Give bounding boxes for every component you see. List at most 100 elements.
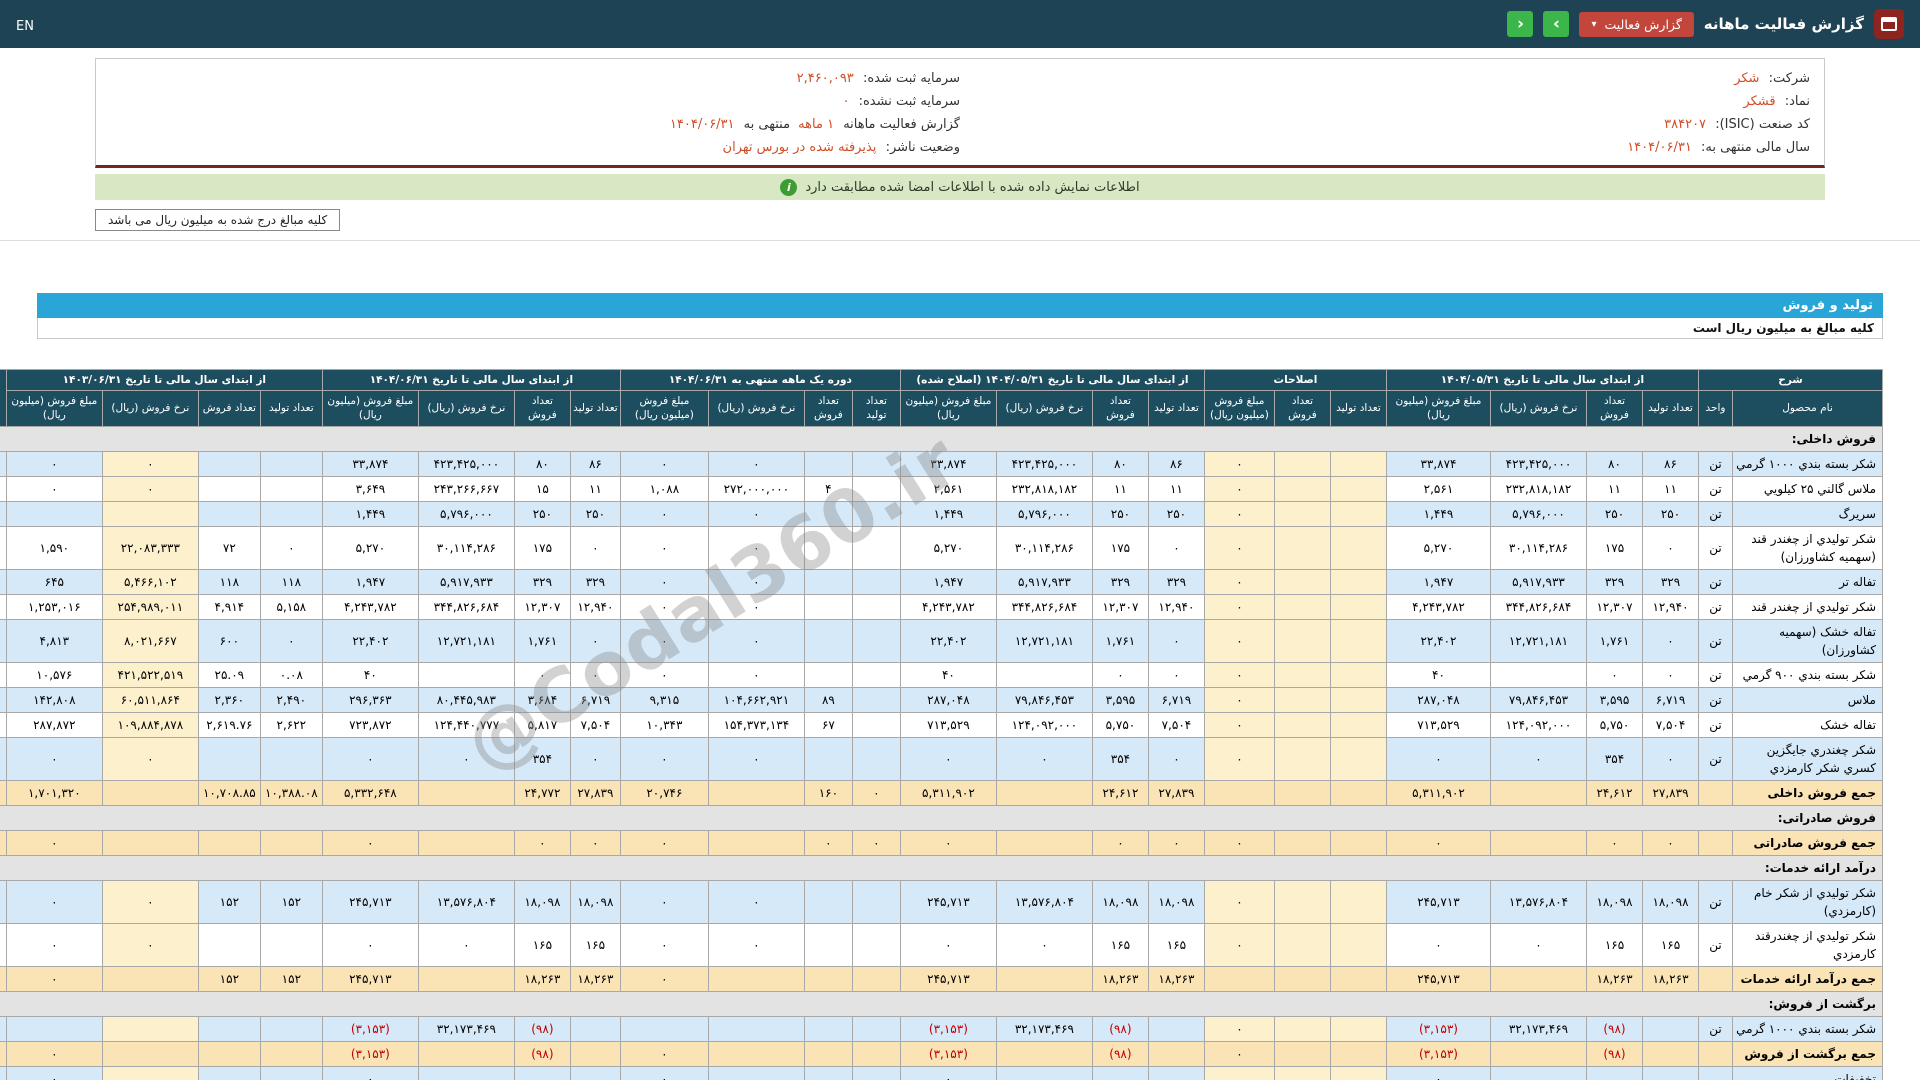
value-cell: ۰ <box>620 594 708 619</box>
value-cell: ۵,۳۳۲,۶۴۸ <box>322 780 418 805</box>
value-cell <box>1274 880 1330 923</box>
value-cell: ۰ <box>1386 1066 1490 1080</box>
value-cell: (۹۸) <box>1092 1041 1148 1066</box>
value-cell <box>708 1066 804 1080</box>
value-cell: ۰ <box>6 966 102 991</box>
value-cell: ۵,۹۱۷,۹۳۳ <box>418 569 514 594</box>
value-cell <box>198 1066 260 1080</box>
value-cell: ۰ <box>418 923 514 966</box>
section-label-cell: برگشت از فروش: <box>0 991 1883 1016</box>
value-cell: ۳,۵۹۵ <box>1092 687 1148 712</box>
value-cell: ۱۶۵ <box>1587 923 1643 966</box>
value-cell: ۰ <box>6 451 102 476</box>
product-status-cell <box>0 966 6 991</box>
value-cell <box>198 737 260 780</box>
value-cell <box>102 780 198 805</box>
value-cell <box>570 1041 620 1066</box>
col-header-sold-g2: تعداد فروش <box>1274 391 1330 426</box>
section-row: برگشت از فروش: <box>0 991 1883 1016</box>
value-cell: ۱۱ <box>1643 476 1699 501</box>
value-cell <box>708 830 804 855</box>
value-cell: ۰ <box>1204 619 1274 662</box>
table-row: شکر چغندري جايگزين کسري شکر کارمزديتن۰۳۵… <box>0 737 1883 780</box>
value-cell: ۱۸,۲۶۳ <box>570 966 620 991</box>
value-cell: ۰ <box>514 830 570 855</box>
report-type-dropdown-label: گزارش فعالیت <box>1605 17 1682 32</box>
col-header-unit: واحد <box>1699 391 1733 426</box>
value-cell: ۰ <box>708 737 804 780</box>
value-cell: ۰ <box>852 780 900 805</box>
table-row: شکر توليدي از شکر خام (کارمزدي)تن۱۸,۰۹۸۱… <box>0 880 1883 923</box>
value-cell: ۱۱۸ <box>260 569 322 594</box>
value-cell: ۰ <box>1148 830 1204 855</box>
value-cell: ۳۲۹ <box>1643 569 1699 594</box>
value-cell: ۰ <box>1204 594 1274 619</box>
value-cell: ۱۴۲,۸۰۸ <box>6 687 102 712</box>
value-cell: ۲,۴۹۰ <box>260 687 322 712</box>
language-en-link[interactable]: EN <box>16 19 34 34</box>
value-cell: ۲۴,۶۱۲ <box>1587 780 1643 805</box>
table-row: سريرگتن۲۵۰۲۵۰۵,۷۹۶,۰۰۰۱,۴۴۹۰۲۵۰۲۵۰۵,۷۹۶,… <box>0 501 1883 526</box>
company-value[interactable]: شکر <box>1734 71 1759 86</box>
value-cell: (۹۸) <box>514 1016 570 1041</box>
production-sales-table: شرح از ابتدای سال مالی تا تاریخ ۱۴۰۴/۰۵/… <box>0 369 1883 1080</box>
value-cell: ۰ <box>1643 662 1699 687</box>
prev-period-button[interactable]: ‹ <box>1507 11 1533 37</box>
value-cell <box>852 1066 900 1080</box>
value-cell: ۵,۷۵۰ <box>1587 712 1643 737</box>
value-cell <box>804 923 852 966</box>
value-cell <box>1491 830 1587 855</box>
value-cell: ۳۳,۸۷۴ <box>1386 451 1490 476</box>
value-cell <box>6 1016 102 1041</box>
info-row-symbol: نماد: قشکر <box>960 90 1810 113</box>
value-cell <box>852 880 900 923</box>
info-row-registered-capital: سرمایه ثبت شده: ۲,۴۶۰,۰۹۳ <box>110 67 960 90</box>
value-cell: ۱۵۴,۳۷۳,۱۳۴ <box>708 712 804 737</box>
col-header-sold-g3: تعداد فروش <box>1092 391 1148 426</box>
unit-cell: تن <box>1699 662 1733 687</box>
value-cell: ۳۴۴,۸۲۶,۶۸۴ <box>418 594 514 619</box>
value-cell: ۲۵۰ <box>1092 501 1148 526</box>
value-cell: ۲۵۰ <box>1587 501 1643 526</box>
symbol-value: قشکر <box>1743 94 1775 109</box>
value-cell: ۰ <box>102 923 198 966</box>
value-cell: ۲۲,۴۰۲ <box>900 619 996 662</box>
value-cell <box>260 1016 322 1041</box>
product-name-cell: شکر بسته بندي ۱۰۰۰ گرمي <box>1733 1016 1883 1041</box>
next-period-button[interactable]: › <box>1543 11 1569 37</box>
value-cell: ۱,۴۴۹ <box>322 501 418 526</box>
value-cell: ۱۲۴,۴۴۰,۷۷۷ <box>418 712 514 737</box>
value-cell <box>1274 966 1330 991</box>
value-cell <box>996 780 1092 805</box>
value-cell <box>804 966 852 991</box>
col-header-rate-g1: نرخ فروش (ریال) <box>1491 391 1587 426</box>
product-name-cell: شکر بسته بندي ۹۰۰ گرمي <box>1733 662 1883 687</box>
value-cell: ۲۴,۶۱۲ <box>1092 780 1148 805</box>
value-cell: ۰ <box>1148 662 1204 687</box>
value-cell: (۳,۱۵۳) <box>900 1041 996 1066</box>
value-cell: ۳,۵۹۵ <box>1587 687 1643 712</box>
value-cell <box>260 737 322 780</box>
value-cell <box>198 476 260 501</box>
value-cell: ۰ <box>1148 619 1204 662</box>
value-cell: ۸۰,۴۴۵,۹۸۳ <box>418 687 514 712</box>
value-cell: ۰ <box>6 1066 102 1080</box>
value-cell: ۰ <box>1204 737 1274 780</box>
value-cell: ۰ <box>996 737 1092 780</box>
value-cell <box>852 1041 900 1066</box>
col-header-produced-g2: تعداد تولید <box>1330 391 1386 426</box>
value-cell: ۲۴۵,۷۱۳ <box>1386 966 1490 991</box>
value-cell: ۱۷۵ <box>1092 526 1148 569</box>
value-cell: ۱,۰۸۸ <box>620 476 708 501</box>
report-type-dropdown[interactable]: گزارش فعالیت ▾ <box>1579 12 1693 37</box>
amounts-note-row: کلیه مبالغ درج شده به میلیون ریال می باش… <box>95 209 1825 231</box>
value-cell <box>102 1041 198 1066</box>
value-cell: ۰ <box>6 830 102 855</box>
value-cell: ۱,۲۵۳,۰۱۶ <box>6 594 102 619</box>
value-cell <box>708 780 804 805</box>
value-cell: ۲۸۷,۸۷۲ <box>6 712 102 737</box>
value-cell: ۱۲,۹۴۰ <box>1643 594 1699 619</box>
value-cell <box>804 619 852 662</box>
col-header-amount-g6: مبلغ فروش (میلیون ریال) <box>6 391 102 426</box>
value-cell: ۱۶۵ <box>1092 923 1148 966</box>
